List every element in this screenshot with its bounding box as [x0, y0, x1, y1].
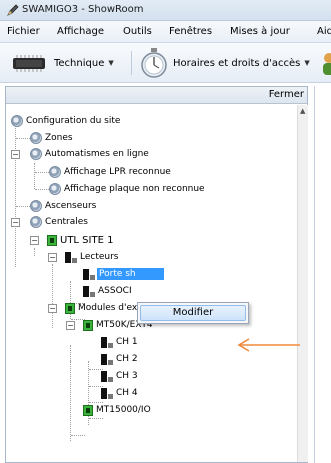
tree-item-associ[interactable]: ASSOCI	[83, 283, 132, 299]
tree-item-lecteurs[interactable]: Lecteurs	[65, 249, 119, 265]
technique-button[interactable]: Technique ▼	[10, 47, 114, 79]
app-pen-icon	[7, 4, 19, 16]
toolbar: Technique ▼ Horaires et droits d'accès ▼	[0, 43, 331, 83]
gear-icon	[30, 148, 42, 160]
users-icon[interactable]	[321, 51, 331, 75]
gear-icon	[49, 166, 61, 178]
circuit-board-icon	[13, 55, 45, 72]
menu-bar: Fichier Affichage Outils Fenêtres Mises …	[0, 21, 331, 43]
context-menu-modifier[interactable]: Modifier	[140, 305, 246, 321]
tree-connector	[52, 264, 53, 328]
menu-fenetres[interactable]: Fenêtres	[169, 26, 212, 37]
configuration-panel: Fermer Configuration du site Zones − Aut…	[5, 86, 308, 463]
menu-affichage[interactable]: Affichage	[57, 26, 104, 37]
module-icon	[83, 404, 93, 416]
title-bar: SWAMIGO3 - ShowRoom	[0, 0, 331, 21]
collapse-expander-icon[interactable]: −	[66, 321, 75, 330]
collapse-expander-icon[interactable]: −	[48, 253, 57, 262]
tree-item-utl-site-1[interactable]: UTL SITE 1	[47, 232, 113, 248]
tree-connector	[35, 172, 49, 173]
gear-icon	[11, 115, 23, 127]
tree-item-mt15000[interactable]: MT15000/IO	[83, 402, 151, 418]
tree-connector	[34, 248, 35, 256]
reader-icon	[101, 370, 113, 382]
tree-connector	[89, 418, 103, 419]
stopwatch-icon	[141, 48, 167, 78]
main-content-area	[314, 86, 331, 463]
tree-connector	[71, 435, 85, 436]
tree-item-ch3[interactable]: CH 3	[101, 368, 138, 384]
horaires-button[interactable]: Horaires et droits d'accès ▼	[139, 47, 310, 79]
menu-outils[interactable]: Outils	[123, 26, 152, 37]
close-panel-button[interactable]: Fermer	[269, 89, 304, 100]
reader-icon	[101, 336, 113, 348]
tree-item-ch4[interactable]: CH 4	[101, 385, 138, 401]
horaires-dropdown-icon[interactable]: ▼	[304, 59, 309, 67]
toolbar-separator	[131, 51, 132, 75]
tree-item-ch2[interactable]: CH 2	[101, 351, 138, 367]
gear-icon	[30, 216, 42, 228]
collapse-expander-icon[interactable]: −	[11, 150, 20, 159]
collapse-expander-icon[interactable]: −	[30, 236, 39, 245]
technique-dropdown-icon[interactable]: ▼	[108, 59, 113, 67]
reader-icon	[83, 268, 95, 280]
collapse-expander-icon[interactable]: −	[11, 218, 20, 227]
horaires-label: Horaires et droits d'accès	[173, 57, 301, 69]
reader-icon	[101, 387, 113, 399]
tree-item-zones[interactable]: Zones	[30, 130, 73, 146]
tree-item-automatismes[interactable]: Automatismes en ligne	[30, 146, 149, 162]
tree-connector	[70, 345, 71, 361]
tree-item-affichage-plaque[interactable]: Affichage plaque non reconnue	[49, 181, 205, 197]
context-menu: Modifier	[137, 302, 249, 324]
tree-connector	[15, 117, 16, 267]
tree-item-centrales[interactable]: Centrales	[30, 214, 88, 230]
reader-icon	[65, 251, 77, 263]
tree-item-porte-selected[interactable]: Porte sh	[83, 266, 164, 282]
tree-item-ch1[interactable]: CH 1	[101, 334, 138, 350]
module-icon	[83, 319, 93, 331]
annotation-arrow-icon	[237, 338, 300, 352]
window-title: SWAMIGO3 - ShowRoom	[22, 4, 144, 15]
controller-icon	[47, 234, 57, 246]
tree-scrollbar[interactable]: ▲	[297, 105, 308, 462]
menu-mises-a-jour[interactable]: Mises à jour	[230, 26, 290, 37]
gear-icon	[49, 183, 61, 195]
reader-icon	[101, 353, 113, 365]
gear-icon	[30, 200, 42, 212]
technique-label: Technique	[54, 57, 105, 69]
gear-icon	[30, 132, 42, 144]
tree-item-affichage-lpr[interactable]: Affichage LPR reconnue	[49, 164, 171, 180]
tree-connector	[34, 163, 35, 189]
menu-aide[interactable]: Aid	[317, 26, 331, 37]
site-tree: Configuration du site Zones − Automatism…	[6, 105, 297, 462]
tree-item-ascenseurs[interactable]: Ascenseurs	[30, 198, 96, 214]
module-icon	[65, 302, 75, 314]
menu-fichier[interactable]: Fichier	[7, 26, 40, 37]
scroll-up-icon[interactable]: ▲	[300, 107, 305, 115]
collapse-expander-icon[interactable]: −	[48, 304, 57, 313]
panel-header: Fermer	[6, 87, 307, 104]
tree-connector	[35, 189, 49, 190]
tree-item-configuration[interactable]: Configuration du site	[11, 113, 120, 129]
reader-icon	[83, 285, 95, 297]
tree-connector	[70, 361, 71, 441]
